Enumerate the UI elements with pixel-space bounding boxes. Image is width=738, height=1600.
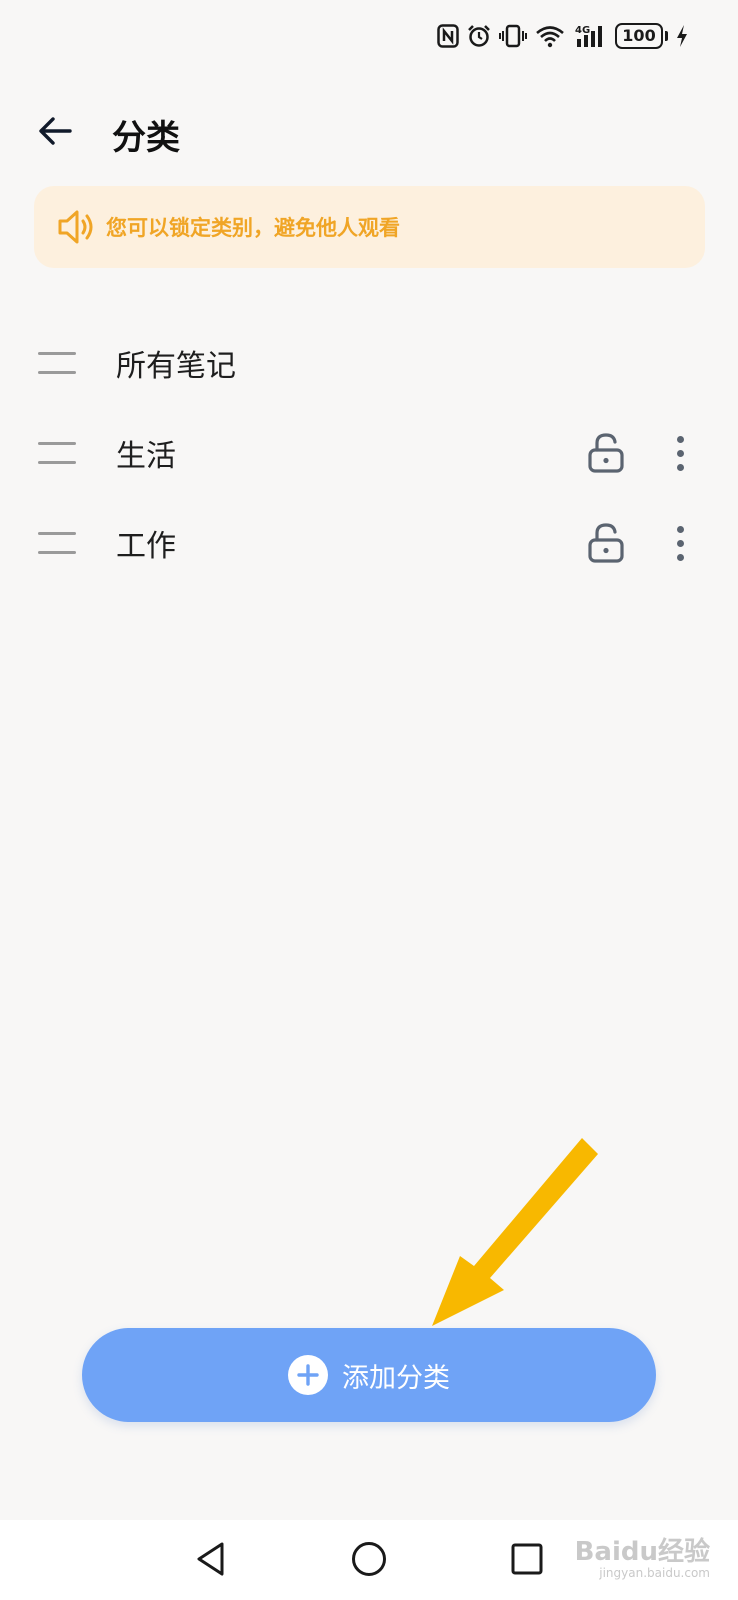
plus-icon (288, 1355, 328, 1395)
speaker-icon (54, 205, 98, 249)
vibrate-icon (499, 24, 527, 48)
unlock-icon[interactable] (584, 519, 628, 567)
category-name: 生活 (116, 439, 176, 474)
status-bar: 4G 100 (437, 16, 688, 56)
baidu-watermark: Baidu经验 jingyan.baidu.com (575, 1538, 710, 1580)
unlock-icon[interactable] (584, 429, 628, 477)
top-app-bar: 分类 (0, 96, 738, 166)
arrow-pointer-icon (420, 1130, 610, 1334)
watermark-subtext: jingyan.baidu.com (599, 1566, 710, 1580)
drag-handle-icon[interactable] (38, 532, 76, 554)
system-nav-bar: Baidu经验 jingyan.baidu.com (0, 1520, 738, 1600)
nfc-icon (437, 24, 459, 48)
drag-handle-icon[interactable] (38, 352, 76, 374)
more-options-icon[interactable] (662, 519, 698, 567)
wifi-icon (535, 24, 565, 48)
svg-text:4G: 4G (575, 25, 590, 36)
category-item-work[interactable]: 工作 (0, 498, 738, 588)
battery-icon: 100 (615, 23, 668, 49)
recents-square-icon[interactable] (502, 1534, 552, 1584)
category-name: 所有笔记 (116, 349, 236, 384)
home-circle-icon[interactable] (344, 1534, 394, 1584)
add-category-label: 添加分类 (342, 1362, 450, 1394)
category-item-all-notes[interactable]: 所有笔记 (0, 318, 738, 408)
category-list: 所有笔记 生活 工作 (0, 318, 738, 588)
more-options-icon[interactable] (662, 429, 698, 477)
watermark-text: Baidu经验 (574, 1537, 710, 1567)
back-button[interactable] (30, 108, 80, 154)
drag-handle-icon[interactable] (38, 442, 76, 464)
category-name: 工作 (116, 529, 176, 564)
back-triangle-icon[interactable] (186, 1534, 236, 1584)
category-item-life[interactable]: 生活 (0, 408, 738, 498)
battery-level: 100 (615, 23, 663, 49)
charging-icon (676, 24, 688, 48)
alarm-icon (467, 24, 491, 48)
back-arrow-icon (39, 117, 72, 145)
lock-tip-text: 您可以锁定类别，避免他人观看 (106, 216, 400, 240)
lock-tip-banner: 您可以锁定类别，避免他人观看 (34, 186, 705, 268)
page-title: 分类 (112, 118, 180, 158)
add-category-button[interactable]: 添加分类 (82, 1328, 656, 1422)
signal-icon: 4G (573, 23, 607, 49)
